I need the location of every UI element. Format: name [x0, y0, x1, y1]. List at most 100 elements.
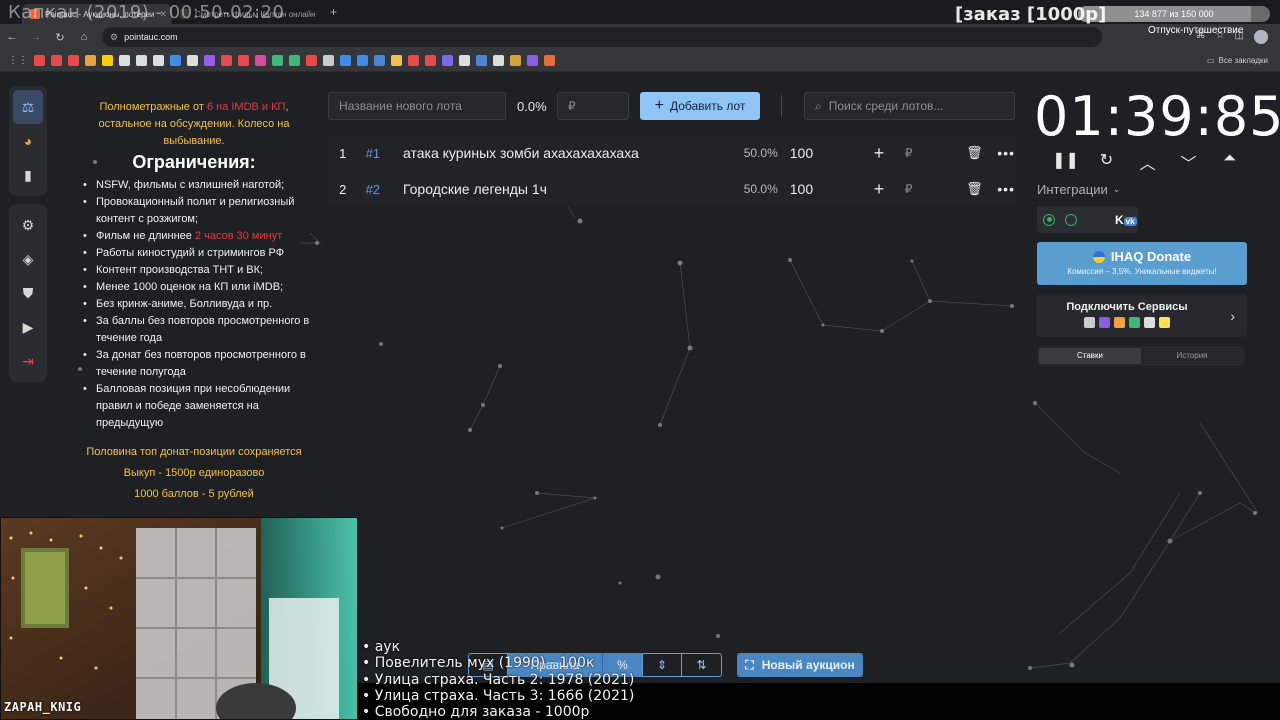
- lot-amount[interactable]: 100: [790, 181, 829, 197]
- table-row: 1 #1 атака куриных зомби ахахахахахаха 5…: [328, 135, 1016, 171]
- integration-toggle-off[interactable]: [1065, 213, 1077, 226]
- rule-item: Работы киностудий и стримингов РФ: [78, 245, 310, 262]
- service-logo-icon: [1144, 317, 1155, 328]
- chevron-down-icon[interactable]: ﹀: [1168, 150, 1209, 174]
- bookmark-icon[interactable]: [476, 55, 487, 66]
- nav-layers[interactable]: ◈: [9, 242, 47, 276]
- rule-item: NSFW, фильмы с излишней наготой;: [78, 177, 310, 194]
- service-logo-icon: [1114, 317, 1125, 328]
- nav-stats[interactable]: ▮: [9, 158, 47, 192]
- bookmark-icon[interactable]: [102, 55, 113, 66]
- bookmark-icon[interactable]: [323, 55, 334, 66]
- bookmark-icon[interactable]: [493, 55, 504, 66]
- double-chevron-up-icon[interactable]: ⏶: [1209, 150, 1250, 174]
- new-auction-button[interactable]: ⛶ Новый аукцион: [737, 653, 863, 677]
- add-lot-label: Добавить лот: [669, 99, 746, 113]
- forward-icon[interactable]: →: [24, 31, 48, 43]
- address-bar: ← → ↻ ⌂ ⚙ pointauc.com ⌘ ☆ ◫: [0, 24, 1280, 50]
- lot-name[interactable]: атака куриных зомби ахахахахахаха: [403, 145, 699, 161]
- bookmark-icon[interactable]: [340, 55, 351, 66]
- bookmark-icon[interactable]: [34, 55, 45, 66]
- bookmark-icon[interactable]: [187, 55, 198, 66]
- nav-shield[interactable]: ⛊: [9, 276, 47, 310]
- list-item: • Повелитель мух (1990) - 100к: [362, 655, 595, 672]
- more-icon[interactable]: •••: [996, 181, 1016, 197]
- bookmark-icon[interactable]: [357, 55, 368, 66]
- service-logo-icon: [1129, 317, 1140, 328]
- add-amount-icon[interactable]: +: [869, 179, 889, 200]
- lot-percent: 50.0%: [743, 182, 778, 196]
- webcam-image: [1, 518, 357, 719]
- nav-logout[interactable]: ⇥: [9, 344, 47, 378]
- bookmark-icon[interactable]: [136, 55, 147, 66]
- integrations-list: Kvk: [1037, 206, 1138, 233]
- lot-search-input[interactable]: ⌕ Поиск среди лотов...: [804, 92, 1015, 120]
- nav-wheel[interactable]: ◕: [9, 124, 47, 158]
- integrations-label: Интеграции: [1037, 182, 1108, 197]
- nav-settings[interactable]: ⚙: [9, 208, 47, 242]
- rules-intro-text: Полнометражные от: [99, 101, 207, 113]
- ruble-icon[interactable]: ₽: [899, 146, 919, 160]
- connect-services-button[interactable]: Подключить Сервисы ›: [1037, 294, 1247, 337]
- split-icon[interactable]: ⇕: [642, 653, 682, 677]
- bookmark-icon[interactable]: [544, 55, 555, 66]
- delete-icon[interactable]: 🗑: [965, 181, 985, 197]
- add-lot-button[interactable]: + Добавить лот: [640, 92, 760, 120]
- reload-icon[interactable]: ↻: [48, 31, 72, 44]
- bookmark-icon[interactable]: [204, 55, 215, 66]
- add-amount-icon[interactable]: +: [869, 143, 889, 164]
- tab-bids[interactable]: Ставки: [1039, 348, 1141, 364]
- lot-name[interactable]: Городские легенды 1ч: [403, 181, 699, 197]
- bookmark-icon[interactable]: [153, 55, 164, 66]
- chevron-up-icon[interactable]: ︿: [1127, 150, 1168, 174]
- bookmark-icon[interactable]: [306, 55, 317, 66]
- bookmark-icon[interactable]: [527, 55, 538, 66]
- tab-history[interactable]: История: [1141, 348, 1243, 364]
- bookmark-icon[interactable]: [425, 55, 436, 66]
- ruble-icon[interactable]: ₽: [899, 182, 919, 196]
- bookmark-icon[interactable]: [442, 55, 453, 66]
- new-tab-icon[interactable]: +: [322, 5, 345, 19]
- stats-icon: ▮: [24, 166, 32, 183]
- bookmark-icon[interactable]: [119, 55, 130, 66]
- bookmark-icon[interactable]: [221, 55, 232, 66]
- bookmark-icon[interactable]: [51, 55, 62, 66]
- bookmarks-bar: ⋮⋮ ▭ Все закладки: [0, 50, 1280, 72]
- site-settings-icon[interactable]: ⚙: [110, 32, 118, 43]
- back-icon[interactable]: ←: [0, 31, 24, 43]
- integration-toggle-on[interactable]: [1043, 213, 1055, 226]
- all-bookmarks[interactable]: ▭ Все закладки: [1207, 56, 1268, 65]
- apps-grid-icon[interactable]: ⋮⋮: [8, 55, 28, 66]
- bookmark-icon[interactable]: [170, 55, 181, 66]
- lot-amount-input[interactable]: [557, 92, 629, 120]
- bookmark-icon[interactable]: [391, 55, 402, 66]
- integrations-toggle[interactable]: Интеграции ⌄: [1037, 182, 1120, 197]
- restart-icon[interactable]: ↻: [1086, 150, 1127, 174]
- bookmark-icon[interactable]: [408, 55, 419, 66]
- lot-name-input[interactable]: [328, 92, 506, 120]
- avatar[interactable]: [1254, 30, 1268, 44]
- more-icon[interactable]: •••: [996, 145, 1016, 161]
- vk-icon[interactable]: Kvk: [1115, 213, 1137, 227]
- home-icon[interactable]: ⌂: [72, 31, 96, 43]
- nav-auction[interactable]: ⚖: [13, 90, 43, 124]
- delete-icon[interactable]: 🗑: [965, 145, 985, 161]
- bookmark-icon[interactable]: [238, 55, 249, 66]
- lot-tag: #1: [365, 145, 381, 161]
- url-field[interactable]: ⚙ pointauc.com: [102, 27, 1102, 47]
- bookmark-icon[interactable]: [459, 55, 470, 66]
- ihaq-donate-banner[interactable]: IHAQ Donate Комиссия – 3,5%. Уникальные …: [1037, 242, 1247, 285]
- bookmark-icon[interactable]: [272, 55, 283, 66]
- lot-amount[interactable]: 100: [790, 145, 829, 161]
- bookmark-icon[interactable]: [289, 55, 300, 66]
- bookmark-icon[interactable]: [374, 55, 385, 66]
- rules-footer-line: Половина топ донат-позиции сохраняется: [86, 446, 302, 458]
- nav-video[interactable]: ▶: [9, 310, 47, 344]
- bookmark-icon[interactable]: [255, 55, 266, 66]
- bookmark-icon[interactable]: [85, 55, 96, 66]
- sort-icon[interactable]: ⇅: [682, 653, 722, 677]
- list-item: • Свободно для заказа - 1000р: [362, 704, 590, 720]
- bookmark-icon[interactable]: [68, 55, 79, 66]
- bookmark-icon[interactable]: [510, 55, 521, 66]
- pause-icon[interactable]: ❚❚: [1045, 150, 1086, 174]
